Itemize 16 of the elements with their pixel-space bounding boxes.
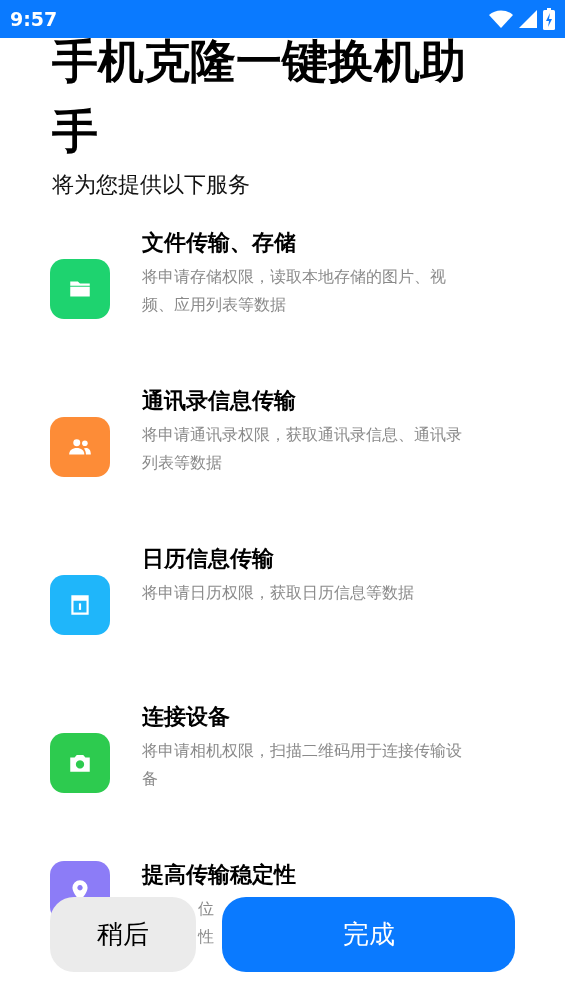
service-title: 日历信息传输 xyxy=(142,545,275,573)
service-description: 将申请日历权限，获取日历信息等数据 xyxy=(142,582,415,604)
service-description: 将申请存储权限，读取本地存储的图片、视频、应用列表等数据 xyxy=(142,266,447,316)
service-description-fragment: 位 xyxy=(198,898,214,920)
service-title: 通讯录信息传输 xyxy=(142,387,297,415)
service-description: 将申请通讯录权限，获取通讯录信息、通讯录列表等数据 xyxy=(142,424,463,474)
service-title: 连接设备 xyxy=(142,703,231,731)
done-button[interactable]: 完成 xyxy=(222,897,515,972)
page-title: 手机克隆一键换机助手 xyxy=(52,33,467,160)
service-description: 将申请相机权限，扫描二维码用于连接传输设备 xyxy=(142,740,463,790)
later-button[interactable]: 稍后 xyxy=(50,897,196,972)
page-subtitle: 将为您提供以下服务 xyxy=(52,171,251,199)
service-description-fragment: 性 xyxy=(198,926,214,948)
service-title: 提高传输稳定性 xyxy=(142,861,297,889)
status-time: 9:57 xyxy=(10,6,58,32)
service-title: 文件传输、存储 xyxy=(142,229,297,257)
